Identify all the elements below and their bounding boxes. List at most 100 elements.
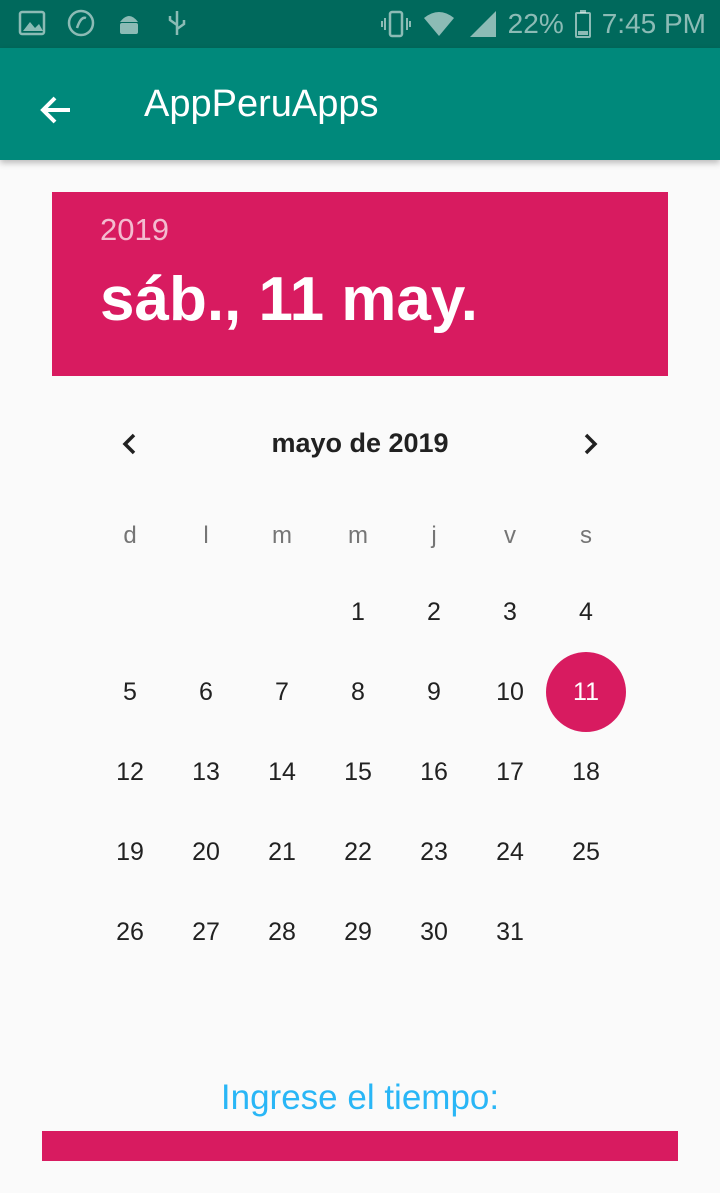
day-cell-5[interactable]: 5 <box>92 652 168 732</box>
day-cell-15[interactable]: 15 <box>320 732 396 812</box>
day-number: 23 <box>420 837 448 866</box>
day-cell-16[interactable]: 16 <box>396 732 472 812</box>
time-label: Ingrese el tiempo: <box>220 1078 500 1117</box>
next-month-button[interactable] <box>564 418 616 470</box>
day-cell-3[interactable]: 3 <box>472 572 548 652</box>
day-number: 17 <box>496 757 524 786</box>
day-number: 16 <box>420 757 448 786</box>
weekday-label: d <box>123 522 137 549</box>
day-number: 27 <box>192 917 220 946</box>
wifi-icon <box>422 9 456 39</box>
day-number: 7 <box>275 677 289 706</box>
day-number: 5 <box>123 677 137 706</box>
day-number: 2 <box>427 597 441 626</box>
map-pin-icon <box>66 8 96 38</box>
month-title: mayo de 2019 <box>271 428 449 458</box>
day-cell-1[interactable]: 1 <box>320 572 396 652</box>
day-number: 24 <box>496 837 524 866</box>
weekday-headers: dlmmjvs <box>92 522 624 550</box>
day-cell-22[interactable]: 22 <box>320 812 396 892</box>
empty-day-cell <box>168 572 244 652</box>
day-cell-25[interactable]: 25 <box>548 812 624 892</box>
day-number: 28 <box>268 917 296 946</box>
day-cell-19[interactable]: 19 <box>92 812 168 892</box>
date-picker-header: 2019 sáb., 11 may. <box>52 192 668 376</box>
day-cell-31[interactable]: 31 <box>472 892 548 972</box>
day-number: 19 <box>116 837 144 866</box>
weekday-label: v <box>504 522 516 549</box>
day-cell-9[interactable]: 9 <box>396 652 472 732</box>
weekday-label: l <box>203 522 209 549</box>
day-number: 25 <box>572 837 600 866</box>
day-cell-23[interactable]: 23 <box>396 812 472 892</box>
day-cell-26[interactable]: 26 <box>92 892 168 972</box>
day-number: 3 <box>503 597 517 626</box>
day-number: 9 <box>427 677 441 706</box>
chevron-left-icon <box>122 433 136 455</box>
header-date[interactable]: sáb., 11 may. <box>100 264 478 335</box>
app-title: AppPeruApps <box>144 83 379 125</box>
day-number: 12 <box>116 757 144 786</box>
day-number: 4 <box>579 597 593 626</box>
day-number: 11 <box>573 677 599 706</box>
gallery-icon <box>18 8 48 38</box>
day-cell-30[interactable]: 30 <box>396 892 472 972</box>
day-cell-10[interactable]: 10 <box>472 652 548 732</box>
status-bar: 22% 7:45 PM <box>0 0 720 48</box>
arrow-left-icon <box>40 96 70 124</box>
day-cell-12[interactable]: 12 <box>92 732 168 812</box>
battery-icon <box>574 9 592 39</box>
status-left-icons <box>18 8 192 38</box>
chevron-right-icon <box>584 433 598 455</box>
usb-icon <box>162 8 192 38</box>
day-cell-4[interactable]: 4 <box>548 572 624 652</box>
previous-month-button[interactable] <box>104 418 156 470</box>
day-number: 22 <box>344 837 372 866</box>
battery-percent: 22% <box>507 8 564 39</box>
weekday-label: s <box>580 522 592 549</box>
day-cell-2[interactable]: 2 <box>396 572 472 652</box>
day-number: 29 <box>344 917 372 946</box>
day-number: 10 <box>496 677 524 706</box>
day-number: 26 <box>116 917 144 946</box>
day-number: 8 <box>351 677 365 706</box>
day-cell-27[interactable]: 27 <box>168 892 244 972</box>
app-bar: AppPeruApps <box>0 48 720 160</box>
day-number: 14 <box>268 757 296 786</box>
day-cell-17[interactable]: 17 <box>472 732 548 812</box>
weekday-label: j <box>431 522 437 549</box>
day-number: 6 <box>199 677 213 706</box>
weekday-label: m <box>348 522 368 549</box>
header-year[interactable]: 2019 <box>100 212 169 248</box>
day-cell-18[interactable]: 18 <box>548 732 624 812</box>
day-cell-20[interactable]: 20 <box>168 812 244 892</box>
day-number: 30 <box>420 917 448 946</box>
empty-day-cell <box>244 572 320 652</box>
day-number: 13 <box>192 757 220 786</box>
day-cell-28[interactable]: 28 <box>244 892 320 972</box>
weekday-label: m <box>272 522 292 549</box>
calendar-grid: 1 2 3 4 5 6 7 8 9 10 11 12 13 14 15 16 17 18 19 20 21 22 23 24 2… <box>92 572 626 972</box>
back-button[interactable] <box>30 84 82 136</box>
day-cell-13[interactable]: 13 <box>168 732 244 812</box>
day-cell-24[interactable]: 24 <box>472 812 548 892</box>
time-input-bar[interactable] <box>42 1131 678 1161</box>
day-number: 18 <box>572 757 600 786</box>
day-cell-6[interactable]: 6 <box>168 652 244 732</box>
day-cell-11[interactable]: 11 <box>546 652 626 732</box>
signal-icon <box>466 9 498 39</box>
vibrate-icon <box>380 9 412 39</box>
day-cell-7[interactable]: 7 <box>244 652 320 732</box>
day-cell-14[interactable]: 14 <box>244 732 320 812</box>
day-number: 21 <box>268 837 296 866</box>
status-right-icons: 22% 7:45 PM <box>380 8 706 40</box>
day-cell-29[interactable]: 29 <box>320 892 396 972</box>
day-number: 31 <box>496 917 524 946</box>
empty-day-cell <box>92 572 168 652</box>
day-number: 20 <box>192 837 220 866</box>
day-number: 15 <box>344 757 372 786</box>
day-cell-8[interactable]: 8 <box>320 652 396 732</box>
day-cell-21[interactable]: 21 <box>244 812 320 892</box>
status-time: 7:45 PM <box>601 8 706 39</box>
android-icon <box>114 8 144 38</box>
